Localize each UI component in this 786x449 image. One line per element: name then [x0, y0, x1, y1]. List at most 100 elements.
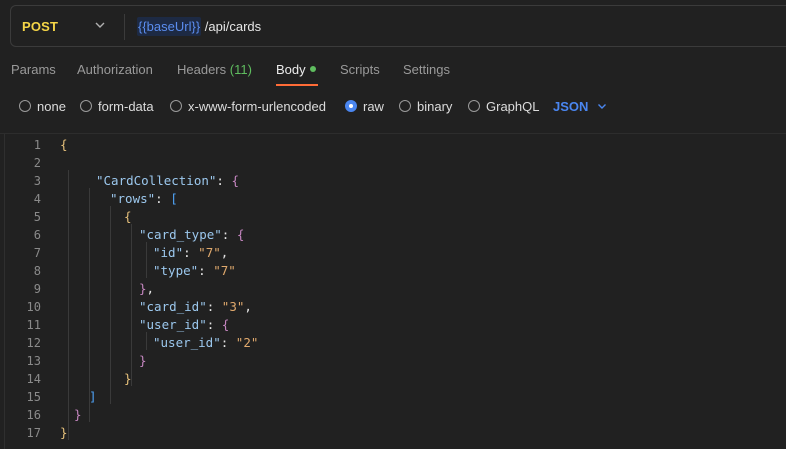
- radio-checked-icon: [345, 100, 357, 112]
- line-number: 15: [26, 390, 41, 404]
- line-number: 8: [33, 264, 41, 278]
- tab-label: Body: [276, 62, 306, 77]
- code-token: "type": [153, 263, 199, 278]
- tab-headers[interactable]: Headers (11): [177, 62, 252, 77]
- request-url-bar: POST {{baseUrl}} /api/cards: [10, 5, 786, 47]
- code-line[interactable]: 1{: [0, 136, 786, 154]
- code-line[interactable]: 12 "user_id": "2": [0, 334, 786, 352]
- code-text: }: [139, 352, 147, 370]
- code-line[interactable]: 6 "card_type": {: [0, 226, 786, 244]
- code-token: ,: [146, 281, 155, 296]
- code-line[interactable]: 3 "CardCollection": {: [0, 172, 786, 190]
- radio-circle-icon: [399, 100, 411, 112]
- code-token: ]: [89, 389, 97, 404]
- code-token: :: [206, 299, 222, 314]
- radio-label: raw: [363, 98, 384, 114]
- code-token: :: [198, 263, 214, 278]
- url-input[interactable]: {{baseUrl}} /api/cards: [137, 17, 261, 36]
- code-line[interactable]: 7 "id": "7",: [0, 244, 786, 262]
- line-number: 17: [26, 426, 41, 440]
- body-type-options: none form-data x-www-form-urlencoded raw…: [0, 97, 786, 115]
- code-token: "user_id": [153, 335, 221, 350]
- code-text: "id": "7",: [153, 244, 228, 262]
- tab-params[interactable]: Params: [11, 62, 56, 77]
- code-text: {: [60, 136, 68, 154]
- code-token: }: [139, 281, 147, 296]
- radio-graphql[interactable]: GraphQL: [468, 97, 539, 115]
- code-token: "card_type": [139, 227, 222, 242]
- line-number: 11: [26, 318, 41, 332]
- code-line[interactable]: 9},: [0, 280, 786, 298]
- code-token: :: [221, 227, 237, 242]
- code-line[interactable]: 15]: [0, 388, 786, 406]
- radio-none[interactable]: none: [19, 97, 66, 115]
- tab-settings[interactable]: Settings: [403, 62, 450, 77]
- tab-authorization[interactable]: Authorization: [77, 62, 153, 77]
- line-number: 2: [33, 156, 41, 170]
- url-variable[interactable]: {{baseUrl}}: [137, 17, 202, 36]
- code-token: "7": [213, 263, 236, 278]
- code-line[interactable]: 5{: [0, 208, 786, 226]
- tab-body[interactable]: Body: [276, 62, 316, 77]
- code-line[interactable]: 13}: [0, 352, 786, 370]
- code-editor[interactable]: 1{2 3 "CardCollection": {4 "rows": [5{6 "car…: [0, 133, 786, 449]
- radio-raw[interactable]: raw: [345, 97, 384, 115]
- code-token: :: [206, 317, 222, 332]
- line-number: 4: [33, 192, 41, 206]
- language-label: JSON: [553, 98, 589, 114]
- code-line[interactable]: 17}: [0, 424, 786, 442]
- tab-label: Authorization: [77, 62, 153, 77]
- code-text: "user_id": "2": [153, 334, 258, 352]
- line-number: 13: [26, 354, 41, 368]
- code-line[interactable]: 8 "type": "7": [0, 262, 786, 280]
- code-token: "CardCollection": [96, 173, 217, 188]
- radio-label: none: [37, 98, 66, 114]
- code-token: "id": [153, 245, 184, 260]
- code-line[interactable]: 2: [0, 154, 786, 172]
- line-number: 5: [33, 210, 41, 224]
- code-token: :: [183, 245, 199, 260]
- code-line[interactable]: 10 "card_id": "3",: [0, 298, 786, 316]
- code-token: {: [231, 173, 240, 188]
- code-token: "rows": [110, 191, 156, 206]
- line-number: 16: [26, 408, 41, 422]
- tab-label: Settings: [403, 62, 450, 77]
- language-select[interactable]: JSON: [553, 97, 608, 115]
- radio-circle-icon: [468, 100, 480, 112]
- code-line[interactable]: 14}: [0, 370, 786, 388]
- code-token: :: [220, 335, 236, 350]
- radio-binary[interactable]: binary: [399, 97, 452, 115]
- code-token: {: [124, 209, 132, 224]
- code-text: "CardCollection": {: [96, 172, 239, 190]
- headers-count-badge: (11): [229, 62, 252, 77]
- code-text: }: [74, 406, 82, 424]
- code-text: }: [124, 370, 132, 388]
- chevron-down-icon[interactable]: [93, 18, 107, 32]
- code-text: "card_id": "3",: [139, 298, 252, 316]
- tab-scripts[interactable]: Scripts: [340, 62, 380, 77]
- radio-x-www-form-urlencoded[interactable]: x-www-form-urlencoded: [170, 97, 326, 115]
- code-token: :: [216, 173, 232, 188]
- chevron-down-icon: [598, 104, 607, 109]
- line-number: 6: [33, 228, 41, 242]
- method-select[interactable]: POST: [22, 19, 58, 34]
- radio-label: GraphQL: [486, 98, 540, 114]
- tab-label: Headers: [177, 62, 227, 77]
- code-token: {: [236, 227, 245, 242]
- line-number: 9: [33, 282, 41, 296]
- code-line[interactable]: 4 "rows": [: [0, 190, 786, 208]
- code-text: "user_id": {: [139, 316, 229, 334]
- code-text: {: [124, 208, 132, 226]
- radio-circle-icon: [80, 100, 92, 112]
- line-number: 10: [26, 300, 41, 314]
- code-line[interactable]: 16}: [0, 406, 786, 424]
- radio-label: form-data: [98, 98, 154, 114]
- code-line[interactable]: 11 "user_id": {: [0, 316, 786, 334]
- code-text: },: [139, 280, 154, 298]
- radio-form-data[interactable]: form-data: [80, 97, 154, 115]
- line-number: 12: [26, 336, 41, 350]
- radio-label: x-www-form-urlencoded: [188, 98, 326, 114]
- code-token: "2": [235, 335, 259, 350]
- code-token: "7": [198, 245, 221, 260]
- radio-circle-icon: [170, 100, 182, 112]
